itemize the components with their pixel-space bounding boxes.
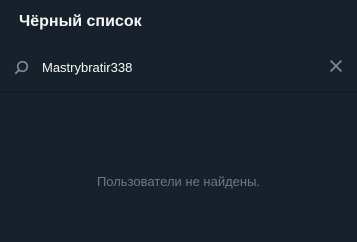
search-divider (0, 91, 357, 92)
close-icon (329, 59, 343, 78)
page-title: Чёрный список (19, 13, 142, 30)
clear-search-button[interactable] (325, 57, 347, 79)
search-icon (14, 60, 30, 76)
blocked-users-panel: Чёрный список Пользователи не найдены. (0, 0, 357, 242)
empty-state-message: Пользователи не найдены. (96, 174, 261, 189)
search-input[interactable] (42, 58, 312, 78)
search-row (0, 51, 357, 85)
